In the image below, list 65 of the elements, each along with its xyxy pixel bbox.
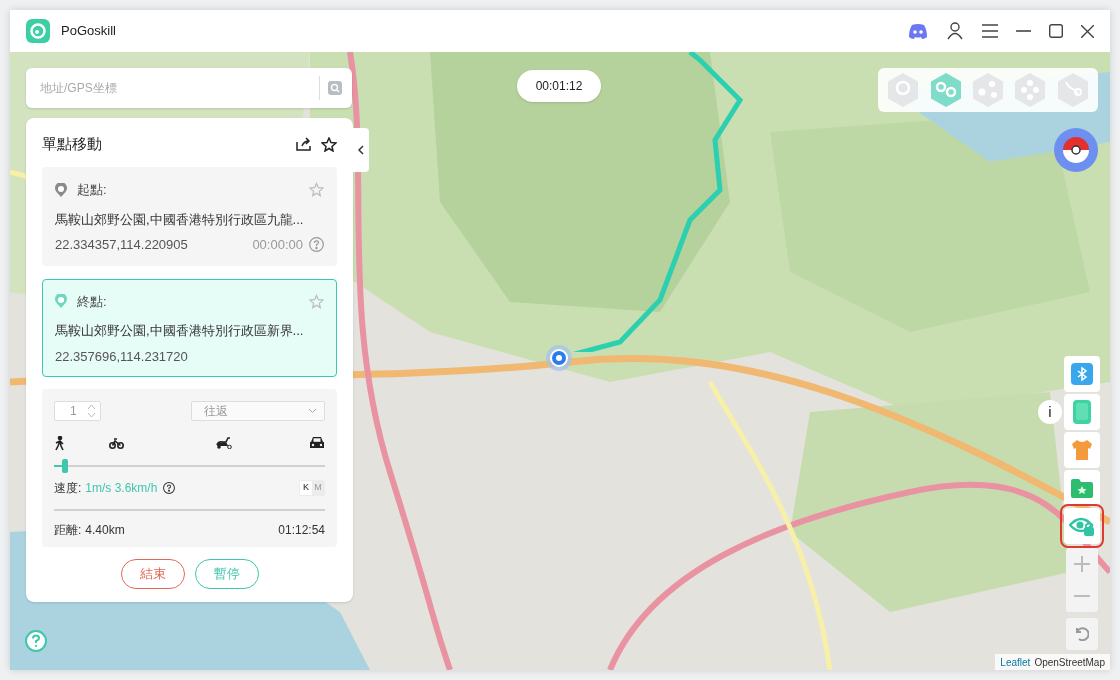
bicycle-icon[interactable] — [109, 437, 124, 449]
reset-button[interactable] — [1066, 618, 1098, 650]
leaflet-link[interactable]: Leaflet — [1000, 654, 1031, 670]
waypoint-label: 起點: — [77, 181, 107, 199]
distance-value: 4.40km — [85, 522, 125, 539]
waypoint-card[interactable]: 終點: 馬鞍山郊野公園,中國香港特別行政區新界... 22.357696,114.231720 — [42, 278, 337, 377]
chevron-down-icon — [309, 409, 316, 413]
star-list-icon[interactable] — [321, 136, 337, 152]
shirt-icon — [1071, 440, 1093, 460]
attribution-text: OpenStreetMap — [1034, 655, 1105, 670]
search-bar[interactable]: 地址/GPS坐標 — [26, 68, 352, 108]
mode-button[interactable] — [928, 72, 963, 108]
speed-label: 速度: — [54, 480, 82, 497]
waypoint-coordinates: 22.334357,114.220905 — [55, 236, 188, 254]
collapse-panel-tab[interactable] — [353, 128, 369, 172]
route-mode-dropdown[interactable]: 往返 — [191, 401, 325, 421]
distance-label: 距離: — [54, 522, 82, 539]
user-icon[interactable] — [946, 22, 964, 40]
stepper-icon[interactable] — [87, 404, 96, 418]
remaining-time: 01:12:54 — [278, 522, 325, 539]
waypoint-coordinates: 22.357696,114.231720 — [55, 347, 188, 366]
favorite-star-icon[interactable] — [309, 182, 324, 198]
menu-icon[interactable] — [982, 24, 998, 38]
plus-icon — [1074, 556, 1090, 572]
chevron-left-icon — [358, 145, 364, 155]
app-title: PoGoskill — [61, 22, 116, 41]
bluetooth-icon — [1071, 363, 1093, 385]
favorite-star-icon[interactable] — [309, 293, 324, 309]
close-icon[interactable] — [1081, 24, 1094, 38]
pin-icon — [55, 182, 67, 197]
app-logo-icon — [26, 19, 50, 43]
tool-button[interactable] — [1064, 470, 1100, 506]
panel-title: 單點移動 — [42, 133, 102, 154]
minus-icon — [1074, 595, 1090, 597]
waypoint-time: 00:00:00 — [252, 236, 303, 254]
tool-button[interactable] — [1064, 394, 1100, 430]
tool-button[interactable] — [1064, 432, 1100, 468]
waypoint-address: 馬鞍山郊野公園,中國香港特別行政區新界... — [55, 322, 305, 340]
pin-icon — [55, 294, 67, 309]
stop-button[interactable]: 結束 — [120, 559, 185, 589]
search-icon[interactable] — [328, 81, 342, 95]
discord-icon[interactable] — [908, 23, 928, 39]
tool-button[interactable] — [1064, 356, 1100, 392]
unit-toggle[interactable]: K — [300, 481, 312, 495]
pokeball-icon[interactable] — [1054, 128, 1098, 172]
scooter-icon[interactable] — [216, 437, 232, 449]
waypoint-address: 馬鞍山郊野公園,中國香港特別行政區九龍... — [55, 210, 305, 229]
maximize-icon[interactable] — [1049, 24, 1063, 38]
timer-badge: 00:01:12 — [517, 70, 601, 102]
walking-icon[interactable] — [54, 435, 65, 451]
rotate-icon — [1075, 627, 1089, 641]
eye-lock-icon — [1069, 515, 1095, 537]
location-marker-icon — [545, 344, 573, 372]
car-icon[interactable] — [309, 436, 325, 450]
folder-icon — [1071, 478, 1093, 498]
speed-value: 1m/s 3.6km/h — [85, 480, 158, 497]
waypoint-label: 終點: — [77, 292, 107, 311]
share-icon[interactable] — [296, 137, 311, 151]
speed-slider-handle[interactable] — [61, 459, 68, 473]
speed-slider-track[interactable] — [54, 459, 325, 473]
waypoint-card[interactable]: 起點: 馬鞍山郊野公園,中國香港特別行政區九龍... 22.334357,114.220905 00:00:00 — [42, 167, 337, 266]
search-field[interactable]: 地址/GPS坐標 — [40, 79, 311, 97]
phone-icon — [1073, 400, 1091, 424]
repeat-count-field[interactable]: 1 — [54, 401, 101, 421]
help-icon[interactable] — [163, 482, 176, 494]
